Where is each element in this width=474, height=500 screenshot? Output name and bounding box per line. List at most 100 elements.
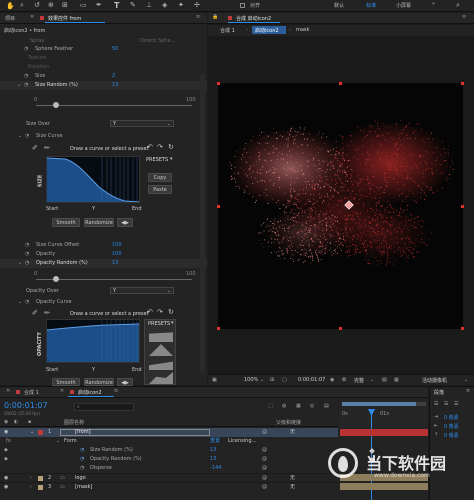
property-value[interactable]: 2	[112, 72, 115, 81]
eyedropper-icon[interactable]: ✐	[32, 309, 38, 317]
undo-icon[interactable]: ↶	[147, 308, 153, 316]
expand-arrow-icon[interactable]: ›	[30, 483, 32, 492]
rotate-tool-icon[interactable]: ↺	[34, 1, 40, 9]
property-value[interactable]: 100	[112, 241, 122, 250]
align-right-icon[interactable]: ☰	[454, 401, 458, 407]
parent-value[interactable]: 无	[290, 428, 295, 437]
spiral-icon[interactable]: @	[262, 446, 267, 455]
workspace-more[interactable]: »	[432, 1, 435, 7]
indent-left-value[interactable]: 0 像素	[444, 414, 459, 421]
table-row[interactable]: ◔ Disperse -144 @	[0, 464, 338, 473]
property-row-selected[interactable]: ⌄ ◔ Opacity Random (%) 13	[0, 259, 207, 268]
opacity-over-dropdown[interactable]: Y ⌄	[110, 287, 174, 294]
pen-tool-icon[interactable]: ✒	[96, 1, 102, 9]
timeline-tab-comp2[interactable]: 启动icon2	[78, 389, 102, 396]
layer-name[interactable]: [mask]	[75, 483, 92, 492]
stopwatch-icon[interactable]: ◔	[25, 133, 29, 139]
stopwatch-icon[interactable]: ◔	[80, 446, 84, 455]
timeline-tab-comp1[interactable]: 合成 1	[24, 389, 39, 396]
property-row[interactable]: ◔ Sphere Feather 50	[0, 45, 207, 54]
draft-3d-icon[interactable]: ⬚	[268, 403, 273, 409]
preset-thumb[interactable]	[149, 361, 173, 370]
panel-menu-icon[interactable]: ≡	[114, 388, 118, 394]
tab-paragraph[interactable]: 段落	[434, 389, 444, 396]
layer-bounds-handle[interactable]	[217, 82, 220, 85]
mask-icon[interactable]: ▢	[282, 377, 287, 383]
expand-arrow-icon[interactable]: ⌄	[18, 299, 22, 305]
stopwatch-icon[interactable]: ◔	[24, 81, 28, 90]
workspace-default[interactable]: 默认	[334, 2, 344, 9]
align-left-icon[interactable]: ☰	[434, 401, 438, 407]
zoom-tool-icon[interactable]: ⌕	[20, 1, 24, 10]
opacity-random-slider-handle[interactable]	[53, 276, 60, 282]
licensing-link[interactable]: Licensing...	[228, 437, 256, 446]
redo-icon[interactable]: ↷	[157, 308, 163, 316]
panel-scrollbar[interactable]	[200, 73, 205, 373]
tab-project[interactable]: 项目	[5, 15, 15, 22]
eraser-tool-icon[interactable]: ◈	[162, 1, 167, 9]
undo-icon[interactable]: ↶	[147, 143, 153, 151]
paste-button[interactable]: Paste	[148, 185, 172, 194]
parent-value[interactable]: 无	[290, 483, 295, 492]
pencil-icon[interactable]: ✏	[44, 309, 50, 317]
align-center-icon[interactable]: ☰	[444, 401, 448, 407]
puppet-tool-icon[interactable]: ✢	[194, 1, 200, 9]
layer-bounds-handle[interactable]	[217, 205, 220, 208]
table-row[interactable]: ◆ ◔ Opacity Random (%) 13 @	[0, 455, 338, 464]
smooth-button[interactable]: Smooth	[52, 218, 80, 227]
color-channel-icon[interactable]: ✿	[342, 377, 346, 383]
preset-thumb[interactable]	[149, 332, 173, 342]
camera-snapshot-icon[interactable]: ◉	[330, 377, 334, 383]
brush-tool-icon[interactable]: ✎	[130, 1, 136, 9]
panel-menu-icon[interactable]: ≡	[466, 388, 470, 394]
close-icon[interactable]: ✕	[60, 388, 64, 394]
opacity-curve-graph[interactable]	[46, 319, 140, 363]
property-row[interactable]: ◔ Size 2	[0, 72, 207, 81]
label-color[interactable]	[38, 485, 43, 490]
panel-menu-icon[interactable]: ≡	[462, 14, 466, 20]
eye-icon[interactable]: ◆	[4, 455, 8, 464]
size-over-dropdown[interactable]: Y ⌄	[110, 120, 174, 127]
stopwatch-icon[interactable]: ◔	[25, 259, 29, 268]
breadcrumb-comp3[interactable]: mask	[296, 27, 309, 33]
always-preview-icon[interactable]: ▣	[212, 377, 217, 383]
expand-arrow-icon[interactable]: ⌄	[18, 259, 22, 268]
spiral-icon[interactable]: @	[262, 483, 267, 492]
close-icon[interactable]: ✕	[30, 14, 34, 20]
layer-bounds-handle[interactable]	[217, 327, 220, 330]
property-value[interactable]: 50	[112, 45, 118, 54]
stopwatch-icon[interactable]: ◔	[25, 250, 29, 259]
camera-tool-icon[interactable]: ⊕	[48, 1, 54, 9]
label-color[interactable]	[38, 476, 43, 481]
randomize-button[interactable]: Randomize	[84, 218, 114, 227]
eye-icon[interactable]: ◆	[4, 446, 8, 455]
opacity-presets-panel[interactable]: PRESETS ▾	[144, 319, 176, 385]
property-row[interactable]: ◔ Size Curve Offset 100	[0, 241, 207, 250]
motion-blur-icon[interactable]: ◎	[310, 403, 314, 409]
tab-effect-controls[interactable]: 效果控件 from	[48, 15, 81, 22]
size-random-slider-handle[interactable]	[53, 102, 60, 108]
property-row[interactable]: ◔ Opacity 100	[0, 250, 207, 259]
search-icon[interactable]: ⌕	[456, 1, 460, 10]
property-value[interactable]: 100	[112, 250, 122, 259]
frame-blending-icon[interactable]: ▦	[296, 403, 301, 409]
eyedropper-icon[interactable]: ✐	[32, 144, 38, 152]
layer-bounds-handle[interactable]	[339, 327, 342, 330]
preset-thumb[interactable]	[149, 344, 173, 356]
stopwatch-icon[interactable]: ◔	[25, 299, 29, 305]
hand-tool-icon[interactable]: ✋	[6, 2, 15, 10]
expand-arrow-icon[interactable]: ⌄	[18, 133, 22, 139]
spiral-icon[interactable]: @	[262, 428, 267, 437]
panel-menu-icon[interactable]: ≡	[196, 14, 200, 20]
label-color[interactable]	[38, 430, 43, 435]
space-before-value[interactable]: 0 像素	[444, 432, 459, 439]
stopwatch-icon[interactable]: ◔	[25, 241, 29, 250]
zoom-dropdown[interactable]: 100%	[244, 377, 258, 383]
preset-thumb[interactable]	[149, 372, 173, 384]
table-row[interactable]: ◆ ◔ Size Random (%) 13 @	[0, 446, 338, 455]
table-row[interactable]: ◉ › 2 ▭ logo @ 无	[0, 473, 338, 482]
rectangle-tool-icon[interactable]: ▭	[80, 1, 87, 9]
layer-bounds-handle[interactable]	[339, 82, 342, 85]
expand-arrow-icon[interactable]: ⌄	[17, 81, 21, 90]
graph-editor-icon[interactable]: ▤	[324, 403, 329, 409]
